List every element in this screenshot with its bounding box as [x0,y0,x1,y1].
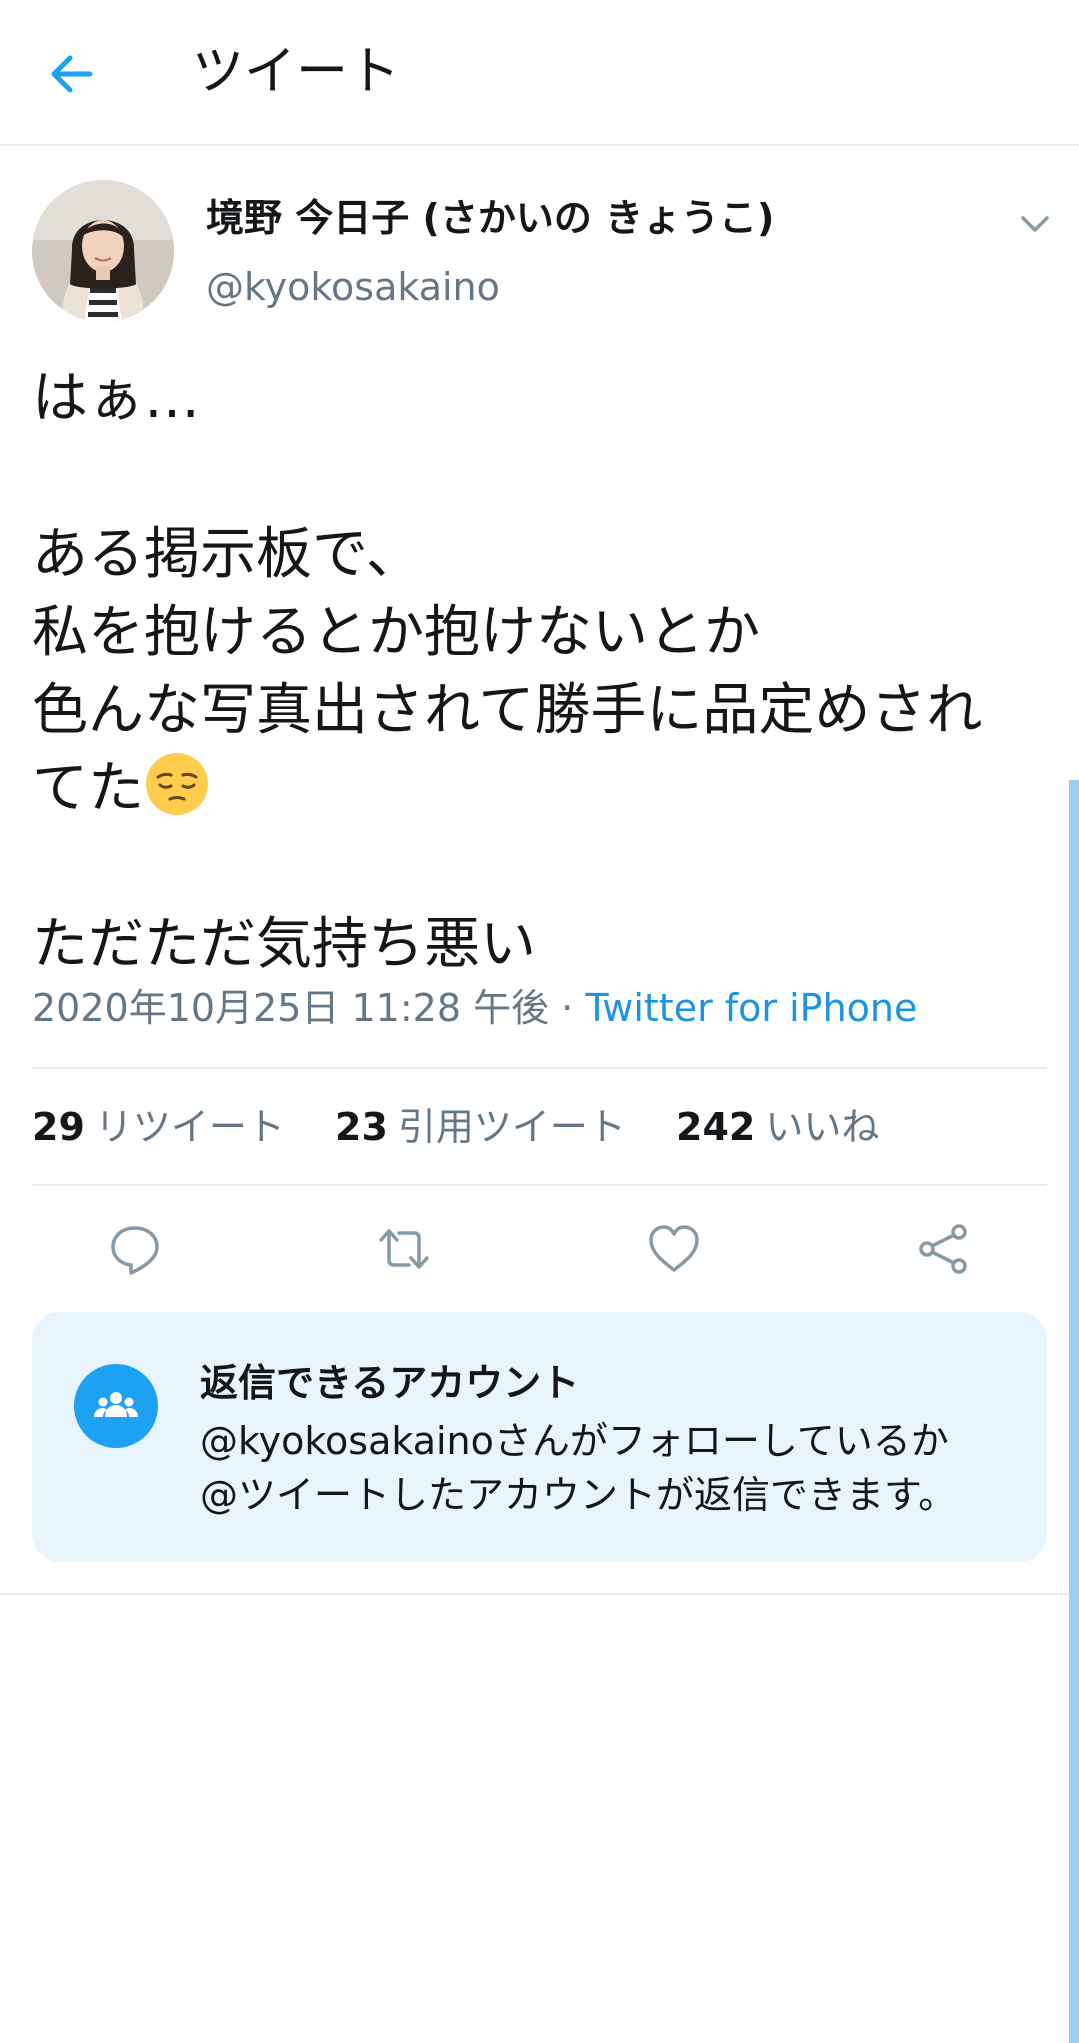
likes-count: 242 [676,1105,756,1149]
share-button[interactable] [917,1222,971,1276]
retweet-button[interactable] [377,1222,431,1276]
source-link[interactable]: Twitter for iPhone [585,986,917,1030]
retweets-count: 29 [32,1105,85,1149]
people-icon-badge [74,1364,158,1448]
avatar[interactable] [32,180,174,322]
reply-button[interactable] [108,1222,162,1276]
tweet-text-gap [32,438,1032,516]
retweets-label: リツイート [94,1105,285,1149]
tweet-text-line: ある掲示板で、 [32,522,422,587]
divider [32,1067,1047,1069]
back-button[interactable] [44,46,100,102]
top-app-bar: ツイート [0,0,1079,146]
tweet-text-line: 色んな写真出されて勝手に品定めされ [32,678,983,743]
tweet-text-line: 私を抱けるとか抱けないとか [32,600,760,665]
reply-notice-title: 返信できるアカウント [200,1361,580,1405]
chevron-down-icon [1021,216,1049,232]
tweet-text-fragment: てた [32,756,144,821]
timestamp[interactable]: 2020年10月25日 11:28 午後 [32,986,549,1030]
tweet-text-line: はぁ… [32,366,200,431]
tweet-meta: 2020年10月25日 11:28 午後 · Twitter for iPhon… [32,983,917,1033]
retweet-icon [379,1229,429,1269]
tweet-text-gap [32,828,1032,906]
tweet-text: はぁ… ある掲示板で、 私を抱けるとか抱けないとか 色んな写真出されて勝手に品定… [32,360,1032,984]
profile-photo [32,180,174,322]
arrow-left-icon [51,55,93,93]
divider [32,1184,1047,1186]
more-options-button[interactable] [1018,206,1052,240]
user-handle[interactable]: @kyokosakaino [206,262,500,312]
tweet-text-line: ただただ気持ち悪い [32,912,536,977]
likes-stat[interactable]: 242 いいね [676,1102,879,1152]
tweet-text-line-with-emoji: てた [32,750,1032,828]
quotes-stat[interactable]: 23 引用ツイート [335,1102,626,1152]
share-icon [919,1224,967,1274]
pensive-face-emoji-icon [146,753,208,815]
quotes-count: 23 [335,1105,388,1149]
reply-notice-line: @ツイートしたアカウントが返信できます。 [200,1473,957,1517]
quotes-label: 引用ツイート [397,1105,626,1149]
like-button[interactable] [647,1222,701,1276]
reply-icon [111,1226,159,1275]
likes-label: いいね [765,1105,880,1149]
people-icon [94,1392,138,1417]
page-title: ツイート [192,42,401,102]
scrollbar[interactable] [1069,780,1079,2043]
display-name[interactable]: 境野 今日子 (さかいの きょうこ) [206,193,774,243]
reply-notice-line: @kyokosakainoさんがフォローしているか [200,1419,949,1463]
reply-notice-description: @kyokosakainoさんがフォローしているか @ツイートしたアカウントが返… [200,1414,956,1522]
divider [0,1593,1079,1595]
engagement-stats: 29 リツイート 23 引用ツイート 242 いいね [32,1102,917,1152]
reply-restriction-notice: 返信できるアカウント @kyokosakainoさんがフォローしているか @ツイ… [32,1312,1047,1562]
meta-separator: · [549,986,586,1030]
retweets-stat[interactable]: 29 リツイート [32,1102,285,1152]
heart-icon [649,1225,699,1272]
